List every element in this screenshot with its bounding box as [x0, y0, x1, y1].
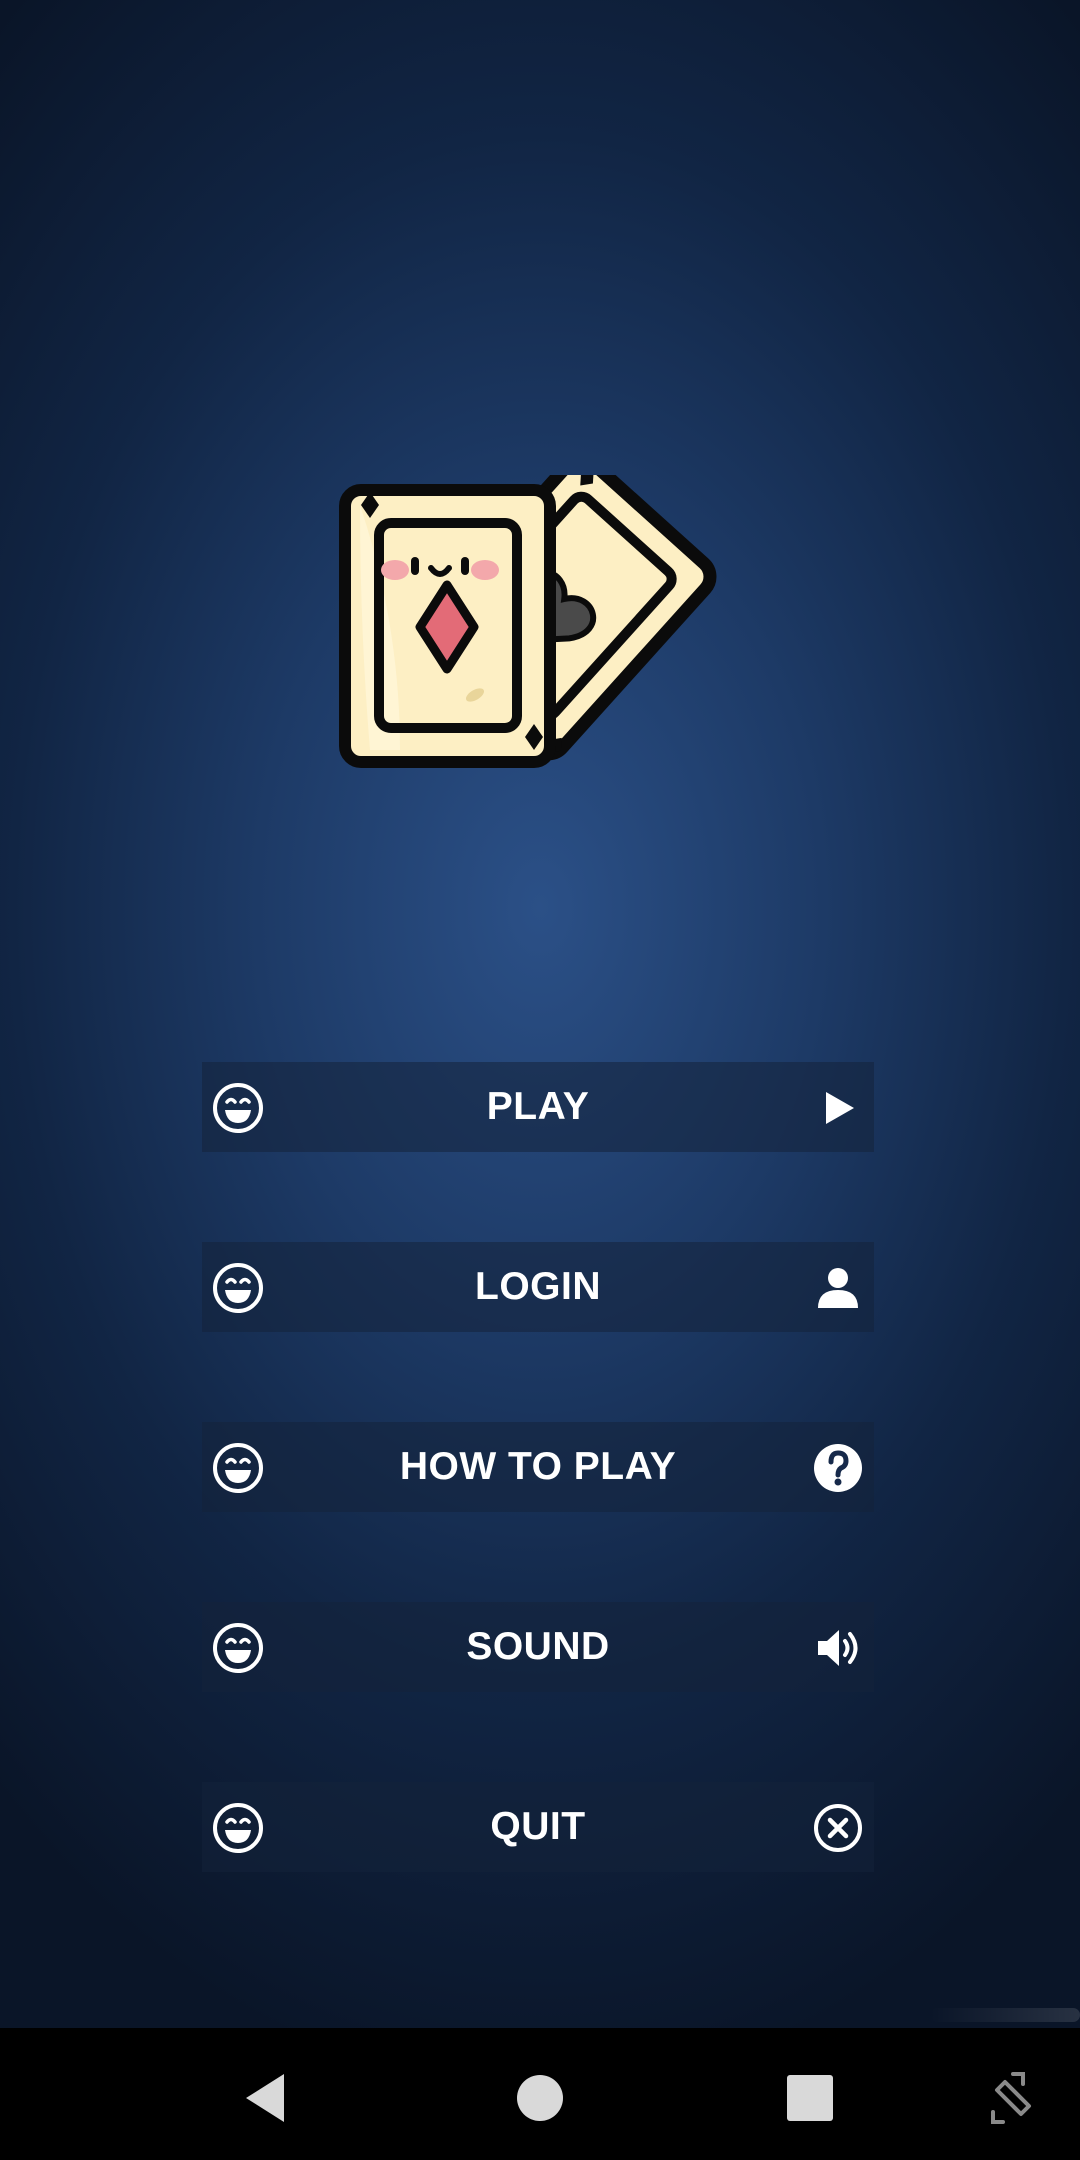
faint-watermark-bar	[930, 2008, 1080, 2022]
quit-label: QUIT	[490, 1805, 586, 1848]
speaker-icon	[818, 1630, 858, 1666]
smiley-icon	[213, 1083, 263, 1133]
smiley-icon	[213, 1623, 263, 1673]
system-navigation-bar	[0, 2028, 1080, 2160]
login-button[interactable]: LOGIN	[202, 1242, 874, 1332]
smiley-icon	[213, 1263, 263, 1313]
how-to-play-label: HOW TO PLAY	[399, 1445, 677, 1488]
back-icon[interactable]	[236, 2068, 296, 2128]
play-button[interactable]: PLAY	[202, 1062, 874, 1152]
smiley-icon	[213, 1803, 263, 1853]
recents-icon[interactable]	[780, 2068, 840, 2128]
playing-cards-logo	[339, 475, 717, 768]
home-icon[interactable]	[510, 2068, 570, 2128]
sound-button[interactable]: SOUND	[202, 1602, 874, 1692]
person-icon	[818, 1268, 858, 1308]
front-card	[339, 484, 556, 768]
login-label: LOGIN	[475, 1265, 601, 1308]
how-to-play-button[interactable]: HOW TO PLAY	[202, 1422, 874, 1512]
play-label: PLAY	[486, 1085, 590, 1128]
sound-label: SOUND	[466, 1625, 610, 1668]
quit-button[interactable]: QUIT	[202, 1782, 874, 1872]
play-icon	[826, 1092, 854, 1124]
rotate-icon[interactable]	[983, 2068, 1043, 2128]
question-icon	[814, 1444, 862, 1492]
smiley-icon	[213, 1443, 263, 1493]
close-circle-icon	[814, 1804, 862, 1852]
